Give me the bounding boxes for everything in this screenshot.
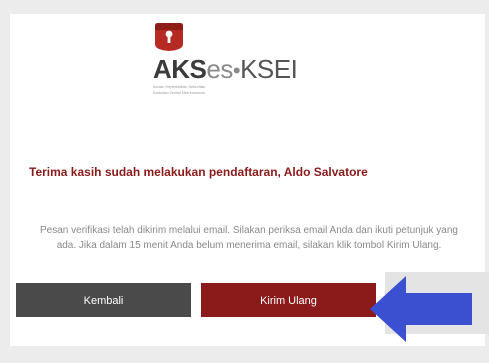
resend-button[interactable]: Kirim Ulang (201, 283, 376, 317)
page: AKSes•KSEI Acuan Kepemilikan Sekuritas K… (0, 0, 489, 363)
logo-wordmark: AKSes•KSEI (153, 54, 298, 84)
logo-wordmark-separator: • (232, 58, 241, 83)
back-button[interactable]: Kembali (16, 283, 191, 317)
logo-wordmark-es: es (206, 54, 233, 84)
logo-tagline: Acuan Kepemilikan Sekuritas (153, 84, 206, 89)
arrow-left-icon (370, 276, 472, 342)
logo-wordmark-aks: AKS (153, 54, 207, 84)
keyhole-shield-icon (155, 23, 183, 51)
logo-subtitle: Kustodian Sentral Efek Indonesia (153, 91, 205, 95)
akses-ksei-logo: AKSes•KSEI Acuan Kepemilikan Sekuritas K… (143, 22, 303, 102)
logo-wordmark-ksei: KSEI (240, 54, 298, 84)
verification-message: Pesan verifikasi telah dikirim melalui e… (40, 225, 458, 251)
thanks-heading: Terima kasih sudah melakukan pendaftaran… (29, 165, 368, 179)
